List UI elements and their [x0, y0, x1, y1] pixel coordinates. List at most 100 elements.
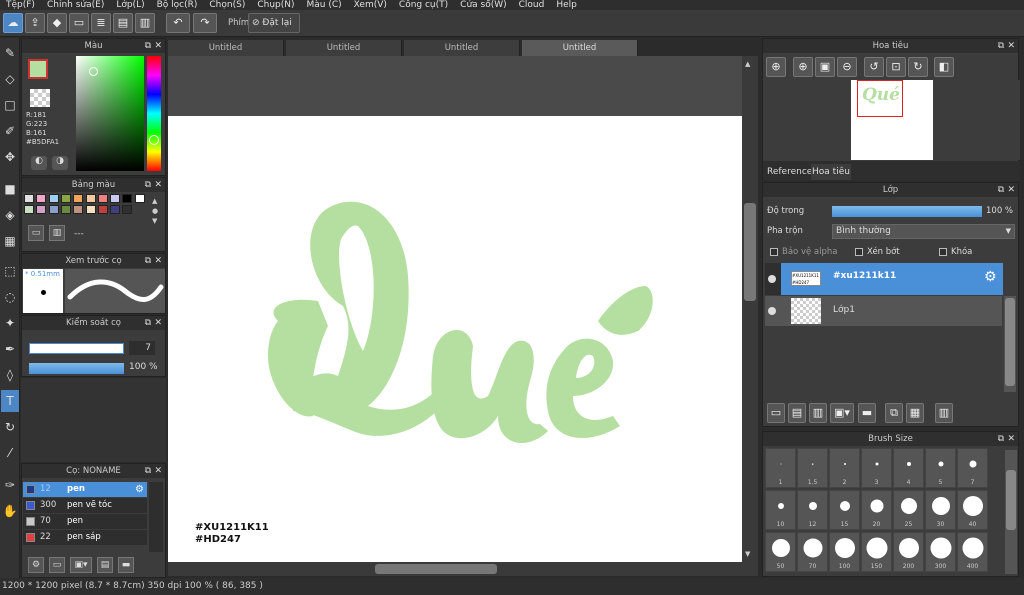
select-pen-icon[interactable]: ✒ [1, 338, 19, 360]
brush-size-scroll-thumb[interactable] [1006, 470, 1016, 530]
palette-swatch[interactable] [122, 194, 133, 203]
document-tab[interactable]: Untitled [286, 40, 402, 56]
brush-opacity-slider[interactable] [29, 363, 124, 374]
brush-size-cell[interactable]: 7 [957, 448, 988, 488]
palette-swatch[interactable] [73, 194, 84, 203]
redo-button[interactable]: ↷ [193, 13, 217, 33]
speech-bubble-icon[interactable]: ◆ [47, 13, 67, 33]
document-tab[interactable]: Untitled [404, 40, 520, 56]
comment-icon[interactable]: ▭ [69, 13, 89, 33]
brush-size-slider[interactable] [29, 343, 124, 354]
brush-size-cell[interactable]: 70 [797, 532, 828, 572]
text-tool-icon[interactable]: T [1, 390, 19, 412]
cloud-icon[interactable]: ☁ [3, 13, 23, 33]
brush-size-cell[interactable]: 1 [765, 448, 796, 488]
brush-list-item[interactable]: 12 pen ⚙ [23, 482, 147, 497]
zoom-out-icon[interactable]: ⊖ [837, 57, 857, 77]
fill-tool-icon[interactable]: ◈ [1, 204, 19, 226]
hand-tool-icon[interactable]: ✋ [1, 500, 19, 522]
copy-brush-icon[interactable]: ▤ [97, 557, 113, 573]
palette-swatch[interactable] [85, 194, 96, 203]
add-layer-dropdown[interactable]: ▣▾ [830, 403, 854, 423]
vertical-scroll-thumb[interactable] [744, 203, 756, 301]
menu-item[interactable]: Tệp(F) [0, 1, 41, 10]
grid-list-icon[interactable]: ▤ [113, 13, 133, 33]
palette-swatch[interactable] [73, 205, 84, 214]
palette-swatch[interactable] [36, 205, 47, 214]
flip-icon[interactable]: ◧ [934, 57, 954, 77]
brush-size-cell[interactable]: 12 [797, 490, 828, 530]
transparent-color-swatch[interactable] [30, 89, 50, 107]
brush-size-cell[interactable]: 25 [893, 490, 924, 530]
protect-alpha-checkbox[interactable]: Bảo vệ alpha [770, 245, 837, 260]
eye-icon[interactable] [768, 275, 776, 283]
brush-size-cell[interactable]: 20 [861, 490, 892, 530]
new-layer-1bit-icon[interactable]: ▥ [809, 403, 827, 423]
new-palette-icon[interactable]: ▭ [28, 225, 44, 241]
filter-list-icon[interactable]: ▥ [135, 13, 155, 33]
document-tab[interactable]: Untitled [168, 40, 284, 56]
menu-item[interactable]: Chụp(N) [251, 1, 300, 10]
close-icon[interactable]: ✕ [154, 178, 162, 192]
layer-row[interactable]: #XU1211K11 #HD247 #xu1211k11 ⚙ [765, 263, 1003, 295]
brush-list-item[interactable]: 70 pen [23, 514, 147, 529]
zoom-fit-icon[interactable]: ⊕ [766, 57, 786, 77]
fit-screen-icon[interactable]: ▣ [815, 57, 835, 77]
close-icon[interactable]: ✕ [1007, 432, 1015, 446]
brush-size-cell[interactable]: 1.5 [797, 448, 828, 488]
palette-swatch[interactable] [110, 194, 121, 203]
detach-icon[interactable]: ⧉ [998, 39, 1004, 53]
brush-size-cell[interactable]: 400 [957, 532, 988, 572]
close-icon[interactable]: ✕ [154, 254, 162, 268]
menu-item[interactable]: Màu (C) [301, 1, 348, 10]
merge-layer-icon[interactable]: ▦ [906, 403, 924, 423]
brush-size-value[interactable]: 7 [129, 341, 155, 355]
folder-icon[interactable]: ▬ [858, 403, 876, 423]
select-eraser-icon[interactable]: ◊ [1, 364, 19, 386]
brush-size-cell[interactable]: 3 [861, 448, 892, 488]
palette-swatch[interactable] [24, 194, 34, 203]
brush-size-cell[interactable]: 2 [829, 448, 860, 488]
menu-item[interactable]: Lớp(L) [110, 1, 150, 10]
close-icon[interactable]: ✕ [154, 464, 162, 478]
move-tool-icon[interactable]: ✥ [1, 146, 19, 168]
palette-swatch[interactable] [60, 194, 71, 203]
layer-list-scrollbar[interactable] [1004, 296, 1016, 392]
brush-size-cell[interactable]: 50 [765, 532, 796, 572]
reset-button[interactable]: ⊘ Đặt lại [248, 13, 300, 33]
reset-view-icon[interactable]: ⊡ [886, 57, 906, 77]
brush-size-cell[interactable]: 30 [925, 490, 956, 530]
select-tool-icon[interactable]: ⬚ [1, 260, 19, 282]
brush-size-cell[interactable]: 4 [893, 448, 924, 488]
menu-item[interactable]: Chỉnh sửa(E) [41, 1, 110, 10]
detach-icon[interactable]: ⧉ [145, 178, 151, 192]
gradient-tool-icon[interactable]: ▦ [1, 230, 19, 252]
brush-size-cell[interactable]: 40 [957, 490, 988, 530]
hue-slider[interactable] [147, 56, 161, 171]
scroll-down-icon[interactable]: ▼ [745, 550, 750, 558]
scroll-up-icon[interactable]: ▲ [745, 60, 750, 68]
layer-row[interactable]: Lớp1 [765, 296, 1002, 326]
horizontal-scroll-thumb[interactable] [375, 564, 497, 574]
detach-icon[interactable]: ⧉ [998, 432, 1004, 446]
new-layer-icon[interactable]: ▭ [767, 403, 785, 423]
palette-swatch[interactable] [134, 194, 145, 203]
menu-item[interactable]: Bộ lọc(R) [151, 1, 204, 10]
dropper-tool-icon[interactable]: ⁄ [1, 442, 19, 464]
new-layer-8bit-icon[interactable]: ▤ [788, 403, 806, 423]
operation-tool-icon[interactable]: ↻ [1, 416, 19, 438]
rotate-right-icon[interactable]: ↻ [908, 57, 928, 77]
vertical-scrollbar[interactable]: ▲ ▼ [742, 56, 758, 562]
close-icon[interactable]: ✕ [154, 316, 162, 330]
close-icon[interactable]: ✕ [1007, 39, 1015, 53]
blend-mode-select[interactable]: Bình thường ▼ [832, 224, 1015, 239]
brush-list-scrollbar[interactable] [149, 482, 163, 552]
magic-wand-icon[interactable]: ✦ [1, 312, 19, 334]
color-wheel-icon[interactable]: ◐ [31, 156, 47, 170]
brush-list-item[interactable]: 22 pen sáp [23, 530, 147, 545]
brush-size-cell[interactable]: 200 [893, 532, 924, 572]
close-icon[interactable]: ✕ [1007, 183, 1015, 197]
menu-item[interactable]: Help [550, 1, 583, 10]
tab-navigator[interactable]: Hoa tiêu [811, 164, 851, 180]
tab-reference[interactable]: Reference [765, 164, 814, 180]
